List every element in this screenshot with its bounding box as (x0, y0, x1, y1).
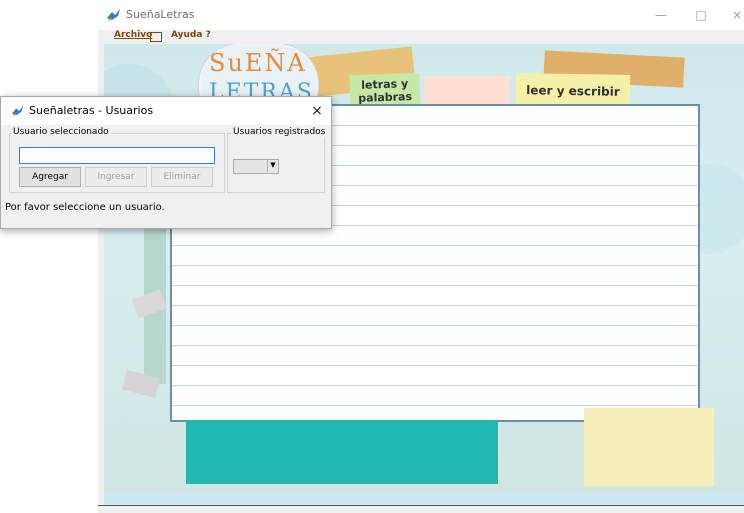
teal-panel (186, 420, 498, 484)
dialog-close-button[interactable]: × (307, 101, 327, 121)
main-window: SueñaLetras — □ × Archivo Ayuda ? SuEÑA … (98, 0, 744, 513)
sticky-note (584, 408, 714, 486)
usuarios-registrados-label: Usuarios registrados (231, 127, 328, 137)
maximize-button[interactable]: □ (686, 4, 716, 26)
usuario-input[interactable] (19, 147, 215, 164)
menubar: Archivo Ayuda ? (98, 30, 744, 44)
main-titlebar[interactable]: SueñaLetras — □ × (98, 0, 744, 30)
menu-archivo[interactable]: Archivo (114, 30, 152, 40)
logo-line-1: SuEÑA (209, 49, 307, 77)
usuario-seleccionado-label: Usuario seleccionado (11, 127, 111, 137)
status-message: Por favor seleccione un usuario. (5, 202, 165, 213)
dialog-title: Sueñaletras - Usuarios (29, 104, 154, 117)
app-bird-icon (107, 9, 120, 21)
minimize-button[interactable]: — (646, 4, 676, 26)
app-bird-icon (12, 105, 24, 117)
eliminar-button[interactable]: Eliminar (151, 167, 213, 187)
dialog-titlebar[interactable]: Sueñaletras - Usuarios × (1, 97, 331, 125)
close-button[interactable]: × (722, 4, 744, 26)
menu-ayuda[interactable]: Ayuda ? (171, 30, 211, 40)
window-bottom-border (98, 505, 744, 506)
folder-icon[interactable] (150, 32, 162, 42)
ingresar-button[interactable]: Ingresar (85, 167, 147, 187)
chevron-down-icon[interactable]: ▼ (267, 159, 278, 172)
agregar-button[interactable]: Agregar (19, 167, 81, 187)
main-window-title: SueñaLetras (126, 8, 195, 21)
usuarios-dialog: Sueñaletras - Usuarios × Usuario selecci… (0, 96, 332, 229)
bottom-decor-bar (104, 492, 744, 506)
